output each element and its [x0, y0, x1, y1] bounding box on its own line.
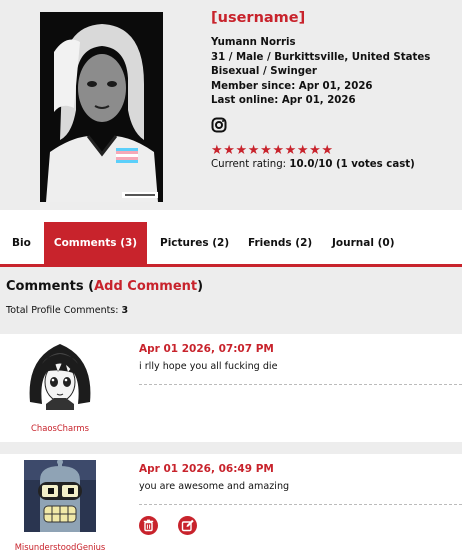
profile-real-name: Yumann Norris	[211, 37, 296, 48]
profile-age-gender-location: 31 / Male / Burkittsville, United States	[211, 51, 431, 63]
delete-comment-button[interactable]	[139, 516, 158, 535]
star-icon[interactable]: ★	[321, 143, 333, 158]
edit-comment-button[interactable]	[178, 516, 197, 535]
comment-divider	[139, 384, 462, 385]
comments-heading: Comments (Add Comment)	[6, 279, 203, 294]
total-comments-value: 3	[121, 305, 129, 316]
profile-header: [username] Yumann Norris 31 / Male / Bur…	[0, 0, 462, 210]
star-icon[interactable]: ★	[260, 143, 272, 158]
robot-avatar	[24, 460, 96, 532]
comment-date: Apr 01 2026, 06:49 PM	[139, 463, 274, 475]
total-comments-label: Total Profile Comments:	[6, 305, 119, 316]
profile-orientation: Bisexual / Swinger	[211, 66, 317, 77]
profile-member-since: Member since: Apr 01, 2026	[211, 80, 373, 92]
rating-label: Current rating:	[211, 158, 287, 170]
comment-item: MisunderstoodGenius Apr 01 2026, 06:49 P…	[0, 454, 462, 551]
comment-author-name[interactable]: MisunderstoodGenius	[0, 542, 120, 551]
rating-value: 10.0/10 (1 votes cast)	[289, 158, 415, 170]
rating-summary: Current rating: 10.0/10 (1 votes cast)	[211, 158, 461, 172]
tab-bio[interactable]: Bio	[12, 222, 31, 264]
comment-author-avatar[interactable]	[24, 338, 96, 410]
profile-username: [username]	[211, 10, 306, 26]
profile-photo[interactable]	[40, 12, 163, 202]
star-icon[interactable]: ★	[285, 143, 297, 158]
comment-date: Apr 01 2026, 07:07 PM	[139, 343, 274, 355]
star-icon[interactable]: ★	[223, 143, 235, 158]
tab-journal[interactable]: Journal (0)	[332, 222, 395, 264]
delete-icon	[143, 519, 154, 532]
star-icon[interactable]: ★	[211, 143, 223, 158]
star-icon[interactable]: ★	[297, 143, 309, 158]
tab-comments[interactable]: Comments (3)	[44, 222, 147, 264]
comment-author-name[interactable]: ChaosCharms	[0, 423, 120, 433]
comment-author-avatar[interactable]	[24, 460, 96, 532]
comment-text: you are awesome and amazing	[139, 481, 290, 492]
star-icon[interactable]: ★	[272, 143, 284, 158]
comments-title: Comments	[6, 279, 84, 294]
star-icon[interactable]: ★	[309, 143, 321, 158]
comment-item: ChaosCharms Apr 01 2026, 07:07 PM i rlly…	[0, 334, 462, 442]
profile-photo-image	[40, 12, 163, 202]
total-comments: Total Profile Comments: 3	[6, 305, 128, 316]
profile-tabs: Bio Comments (3) Pictures (2) Friends (2…	[0, 222, 462, 264]
edit-icon	[181, 519, 194, 532]
profile-last-online: Last online: Apr 01, 2026	[211, 95, 356, 106]
anime-girl-avatar	[24, 338, 96, 410]
close-paren: )	[197, 279, 204, 294]
tab-pictures[interactable]: Pictures (2)	[160, 222, 229, 264]
add-comment-link[interactable]: Add Comment	[94, 279, 197, 294]
star-icon[interactable]: ★	[236, 143, 248, 158]
instagram-icon[interactable]	[211, 117, 227, 133]
profile-details: Yumann Norris 31 / Male / Burkittsville,…	[211, 36, 461, 109]
rating-stars[interactable]: ★★★★★★★★★★	[211, 143, 461, 158]
comment-text: i rlly hope you all fucking die	[139, 361, 278, 372]
profile-info: [username] Yumann Norris 31 / Male / Bur…	[211, 9, 461, 172]
tab-friends[interactable]: Friends (2)	[248, 222, 312, 264]
comment-divider	[139, 504, 462, 505]
star-icon[interactable]: ★	[248, 143, 260, 158]
